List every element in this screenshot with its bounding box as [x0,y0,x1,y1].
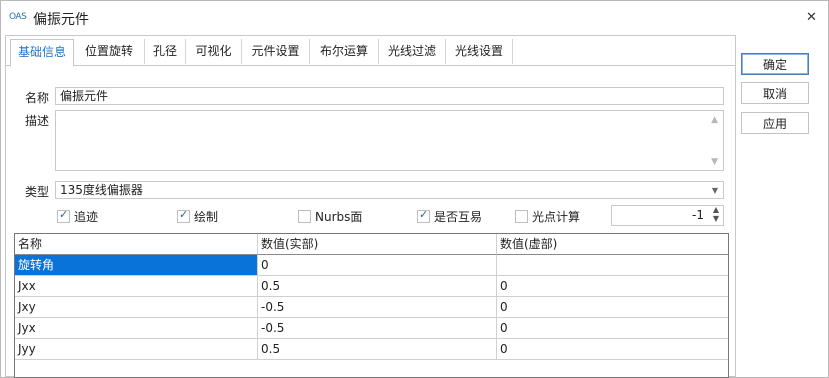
trace-label: 追迹 [74,210,99,224]
draw-label: 绘制 [194,210,219,224]
apply-button[interactable]: 应用 [741,112,809,134]
tab-ray-filter[interactable]: 光线过滤 [379,39,446,64]
ok-button[interactable]: 确定 [741,53,809,75]
spin-value: -1 [692,208,704,222]
check-icon [57,208,70,223]
trace-checkbox[interactable]: 追迹 [57,208,98,225]
tab-bar: 基础信息 位置旋转 孔径 可视化 元件设置 布尔运算 光线过滤 光线设置 [6,36,735,67]
cell-real[interactable]: 0 [258,255,497,276]
tab-basic-info[interactable]: 基础信息 [10,39,74,67]
nurbs-label: Nurbs面 [315,210,363,224]
scroll-up-icon[interactable]: ▲ [711,115,718,125]
column-header-name: 名称 [15,234,258,255]
tab-position-rotation[interactable]: 位置旋转 [74,39,145,64]
cell-imag[interactable]: 0 [497,297,728,318]
tab-visualization[interactable]: 可视化 [186,39,242,64]
nurbs-checkbox[interactable]: Nurbs面 [298,208,362,225]
check-icon [177,208,190,223]
tab-aperture[interactable]: 孔径 [145,39,186,64]
checkbox-empty-icon [298,210,311,223]
cell-name[interactable]: Jyx [15,318,258,339]
cell-name[interactable]: Jxx [15,276,258,297]
tab-element-settings[interactable]: 元件设置 [242,39,310,64]
dialog-window: OAS 偏振元件 ✕ 基础信息 位置旋转 孔径 可视化 元件设置 布尔运算 光线… [0,0,829,378]
name-input[interactable]: 偏振元件 [55,87,724,105]
check-icon [417,208,430,223]
draw-checkbox[interactable]: 绘制 [177,208,218,225]
cell-imag[interactable]: 0 [497,318,728,339]
name-label: 名称 [25,91,50,105]
checkbox-empty-icon [515,210,528,223]
type-select[interactable]: 135度线偏振器 ▼ [55,181,724,199]
cell-imag[interactable] [497,255,728,276]
parameter-table: 名称 数值(实部) 数值(虚部) 旋转角 0 Jxx 0.5 0 Jxy -0.… [14,233,729,378]
spot-calc-checkbox[interactable]: 光点计算 [515,208,580,225]
type-label: 类型 [25,185,50,199]
cancel-button[interactable]: 取消 [741,82,809,104]
spin-arrows-icon[interactable]: ▲ ▼ [713,205,719,223]
cell-name[interactable]: Jxy [15,297,258,318]
cell-imag[interactable]: 0 [497,339,728,360]
main-panel: 基础信息 位置旋转 孔径 可视化 元件设置 布尔运算 光线过滤 光线设置 名称 … [5,35,736,378]
column-header-real: 数值(实部) [258,234,497,255]
type-value: 135度线偏振器 [60,183,143,197]
table-row[interactable]: Jyx -0.5 0 [15,318,728,339]
table-header: 名称 数值(实部) 数值(虚部) [15,234,728,255]
cell-real[interactable]: 0.5 [258,276,497,297]
reciprocal-label: 是否互易 [434,210,483,224]
table-row[interactable]: 旋转角 0 [15,255,728,276]
chevron-down-icon[interactable]: ▼ [712,183,718,199]
app-logo-icon: OAS [9,12,27,22]
cell-real[interactable]: 0.5 [258,339,497,360]
table-row[interactable]: Jxy -0.5 0 [15,297,728,318]
spot-calc-label: 光点计算 [532,210,581,224]
cell-real[interactable]: -0.5 [258,297,497,318]
table-row[interactable]: Jyy 0.5 0 [15,339,728,360]
tab-ray-settings[interactable]: 光线设置 [446,39,513,64]
column-header-imag: 数值(虚部) [497,234,728,255]
cell-real[interactable]: -0.5 [258,318,497,339]
table-row[interactable]: Jxx 0.5 0 [15,276,728,297]
close-icon[interactable]: ✕ [806,10,817,25]
title-bar: OAS 偏振元件 ✕ [1,1,828,35]
scroll-down-icon[interactable]: ▼ [711,157,718,167]
spin-input[interactable]: -1 ▲ ▼ [611,205,724,226]
reciprocal-checkbox[interactable]: 是否互易 [417,208,482,225]
cell-name[interactable]: Jyy [15,339,258,360]
tab-boolean-ops[interactable]: 布尔运算 [310,39,379,64]
description-label: 描述 [25,114,50,128]
description-textarea[interactable]: ▲ ▼ [55,110,724,171]
cell-imag[interactable]: 0 [497,276,728,297]
cell-name[interactable]: 旋转角 [15,255,258,276]
window-title: 偏振元件 [33,12,89,28]
